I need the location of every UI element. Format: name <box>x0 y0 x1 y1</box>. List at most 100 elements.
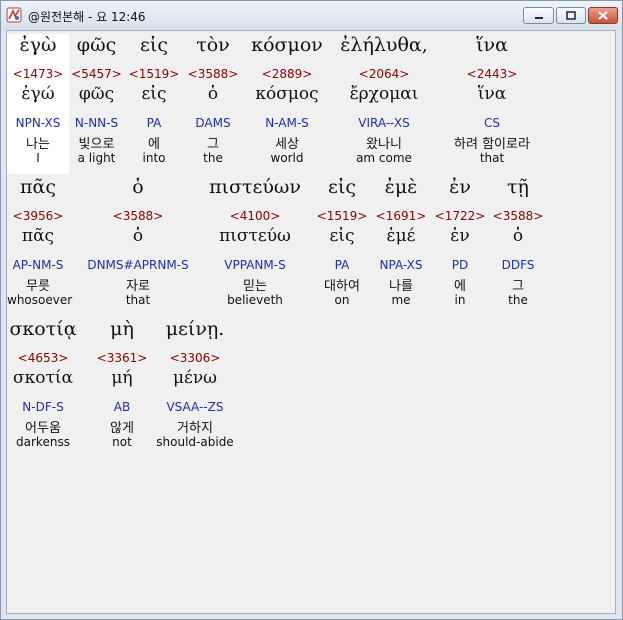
strong-number[interactable]: <1473> <box>7 67 69 81</box>
title-bar[interactable]: @원전본해 - 요 12:46 <box>1 1 622 30</box>
strong-number[interactable]: <3306> <box>153 351 237 365</box>
minimize-icon <box>524 8 553 23</box>
app-icon <box>6 7 22 23</box>
strong-number[interactable]: <2443> <box>437 67 547 81</box>
word-cell[interactable]: ἐγὼ <1473> ἐγώ NPN-XS 나는 I <box>7 34 69 174</box>
lemma: φῶς <box>78 84 115 104</box>
greek-word: ἐμὲ <box>384 176 418 198</box>
greek-word: τὸν <box>196 34 230 56</box>
english-gloss: the <box>203 151 223 165</box>
lemma: ἐμέ <box>386 226 416 246</box>
word-cell[interactable]: τῇ <3588> ὁ DDFS 그 the <box>490 176 546 316</box>
greek-word: ἐν <box>449 176 471 198</box>
korean-gloss: 그 <box>207 137 219 152</box>
korean-gloss: 하려 함이로라 <box>454 137 530 152</box>
word-cell[interactable]: κόσμον <2889> κόσμος N-AM-S 세상 world <box>244 34 330 174</box>
korean-gloss: 나는 <box>26 137 50 152</box>
word-cell[interactable]: φῶς <5457> φῶς N-NN-S 빛으로 a light <box>69 34 124 174</box>
lemma: εἰς <box>329 226 355 246</box>
greek-word: ἐλήλυθα, <box>340 34 428 56</box>
parsing-code: AP-NM-S <box>12 258 64 272</box>
parsing-code: PA <box>146 116 162 130</box>
greek-word: ἐγὼ <box>19 34 57 56</box>
strong-number[interactable]: <1519> <box>313 209 371 223</box>
lemma: πιστεύω <box>219 226 291 246</box>
window-title: @원전본해 - 요 12:46 <box>28 10 146 24</box>
english-gloss: world <box>270 151 304 165</box>
word-cell[interactable]: εἰς <1519> εἰς PA 대하여 on <box>313 176 371 316</box>
parsing-code: VPPANM-S <box>224 258 286 272</box>
strong-number[interactable]: <4100> <box>202 209 308 223</box>
lemma: σκοτία <box>12 368 73 388</box>
parsing-code: DDFS <box>501 258 535 272</box>
word-cell[interactable]: μὴ <3361> μή AB 않게 not <box>93 318 151 458</box>
english-gloss: that <box>125 293 151 307</box>
strong-number[interactable]: <3956> <box>7 209 69 223</box>
english-gloss: should-abide <box>156 435 234 449</box>
english-gloss: that <box>479 151 505 165</box>
greek-word: εἰς <box>328 176 356 198</box>
word-cell[interactable]: ἐμὲ <1691> ἐμέ NPA-XS 나를 me <box>373 176 429 316</box>
korean-gloss: 대하여 <box>324 279 360 294</box>
lemma: ὁ <box>512 226 524 246</box>
greek-word: εἰς <box>140 34 168 56</box>
parsing-code: N-NN-S <box>74 116 119 130</box>
parsing-code: VIRA--XS <box>358 116 410 130</box>
korean-gloss: 자로 <box>126 279 150 294</box>
greek-word: ὁ <box>132 176 144 198</box>
word-cell[interactable]: τὸν <3588> ὁ DAMS 그 the <box>183 34 243 174</box>
word-cell[interactable]: ἵνα <2443> ἵνα CS 하려 함이로라 that <box>437 34 547 174</box>
lemma: ἵνα <box>477 84 507 104</box>
minimize-button[interactable] <box>523 7 554 24</box>
strong-number[interactable]: <4653> <box>7 351 79 365</box>
english-gloss: into <box>142 151 166 165</box>
word-cell[interactable]: εἰς <1519> εἰς PA 에 into <box>126 34 182 174</box>
strong-number[interactable]: <1519> <box>126 67 182 81</box>
korean-gloss: 어두움 <box>25 421 61 436</box>
korean-gloss: 에 <box>454 279 466 294</box>
word-cell[interactable]: ἐλήλυθα, <2064> ἔρχομαι VIRA--XS 왔나니 am … <box>334 34 434 174</box>
english-gloss: darkenss <box>16 435 70 449</box>
korean-gloss: 세상 <box>275 137 299 152</box>
word-cell[interactable]: ἐν <1722> ἐν PD 에 in <box>432 176 488 316</box>
korean-gloss: 왔나니 <box>366 137 402 152</box>
english-gloss: me <box>391 293 411 307</box>
strong-number[interactable]: <1722> <box>432 209 488 223</box>
greek-word: ἵνα <box>476 34 508 56</box>
strong-number[interactable]: <3588> <box>490 209 546 223</box>
close-icon <box>589 8 617 23</box>
maximize-icon <box>557 8 585 23</box>
greek-word: μείνῃ. <box>165 318 225 340</box>
english-gloss: am come <box>356 151 412 165</box>
lemma: εἰς <box>141 84 167 104</box>
korean-gloss: 빛으로 <box>78 137 115 152</box>
word-cell[interactable]: πᾶς <3956> πᾶς AP-NM-S 무릇 whosoever <box>7 176 73 316</box>
maximize-button[interactable] <box>556 7 586 24</box>
parsing-code: VSAA--ZS <box>166 400 224 414</box>
strong-number[interactable]: <3588> <box>83 209 193 223</box>
english-gloss: whosoever <box>7 293 73 307</box>
word-cell[interactable]: πιστεύων <4100> πιστεύω VPPANM-S 믿는 beli… <box>202 176 308 316</box>
word-cell[interactable]: ὁ <3588> ὁ DNMS#APRNM-S 자로 that <box>83 176 193 316</box>
english-gloss: in <box>454 293 466 307</box>
strong-number[interactable]: <5457> <box>69 67 124 81</box>
word-cell[interactable]: σκοτίᾳ <4653> σκοτία N-DF-S 어두움 darkenss <box>7 318 79 458</box>
english-gloss: believeth <box>227 293 283 307</box>
greek-word: σκοτίᾳ <box>9 318 77 340</box>
parsing-code: CS <box>484 116 500 130</box>
lemma: ὁ <box>132 226 144 246</box>
strong-number[interactable]: <2064> <box>334 67 434 81</box>
greek-word: μὴ <box>110 318 134 340</box>
lemma: μένω <box>172 368 218 388</box>
strong-number[interactable]: <2889> <box>244 67 330 81</box>
word-cell[interactable]: μείνῃ. <3306> μένω VSAA--ZS 거하지 should-a… <box>153 318 237 458</box>
lemma: ἔρχομαι <box>349 84 419 104</box>
strong-number[interactable]: <3361> <box>93 351 151 365</box>
parsing-code: NPN-XS <box>15 116 61 130</box>
parsing-code: N-DF-S <box>22 400 64 414</box>
close-button[interactable] <box>588 7 618 24</box>
strong-number[interactable]: <3588> <box>183 67 243 81</box>
interlinear-text-area[interactable]: ἐγὼ <1473> ἐγώ NPN-XS 나는 I φῶς <5457> φῶ… <box>6 30 616 614</box>
lemma: κόσμος <box>255 84 319 104</box>
strong-number[interactable]: <1691> <box>373 209 429 223</box>
